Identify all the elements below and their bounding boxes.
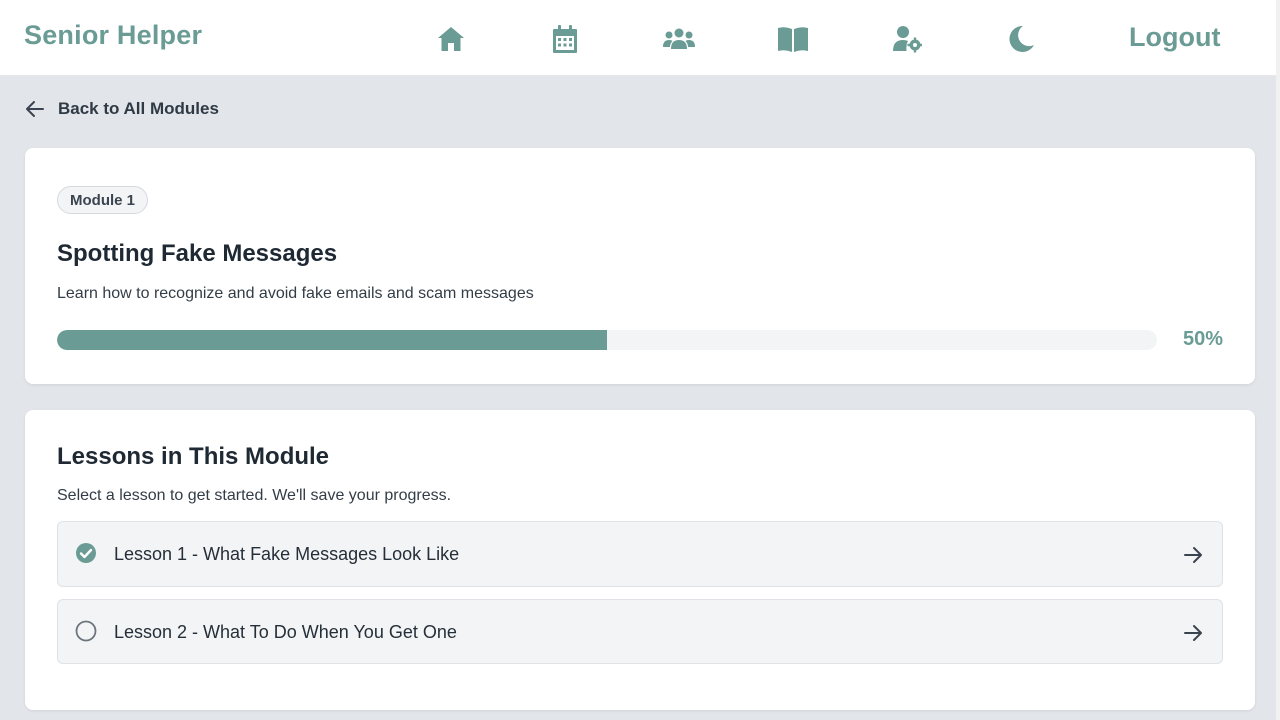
logout-button[interactable]: Logout [1129, 22, 1220, 53]
check-circle-icon [75, 542, 97, 564]
account-settings-icon[interactable] [890, 22, 924, 56]
back-link-label: Back to All Modules [58, 99, 219, 118]
lessons-card: Lessons in This Module Select a lesson t… [25, 410, 1255, 710]
lesson-item-1[interactable]: Lesson 1 - What Fake Messages Look Like [57, 521, 1223, 587]
module-description: Learn how to recognize and avoid fake em… [57, 285, 534, 302]
module-progress-percent: 50% [1182, 328, 1223, 350]
lessons-heading: Lessons in This Module [57, 443, 330, 470]
module-progress-fill [57, 330, 607, 350]
top-navbar: Senior Helper Logout [0, 0, 1276, 76]
module-title: Spotting Fake Messages [57, 240, 338, 267]
back-to-modules-link[interactable]: Back to All Modules [24, 98, 219, 120]
lesson-label: Lesson 1 - What Fake Messages Look Like [114, 544, 460, 564]
lessons-subtitle: Select a lesson to get started. We'll sa… [57, 487, 452, 504]
scrollbar[interactable] [1276, 0, 1280, 720]
brand-logo[interactable]: Senior Helper [24, 20, 202, 51]
module-badge: Module 1 [57, 186, 149, 214]
calendar-icon[interactable] [548, 22, 582, 56]
community-icon[interactable] [662, 22, 696, 56]
module-summary-card: Module 1 Spotting Fake Messages Learn ho… [25, 148, 1255, 384]
arrow-right-icon [1182, 622, 1204, 644]
module-progress-bar [57, 330, 1157, 350]
dark-mode-icon[interactable] [1004, 22, 1038, 56]
home-icon[interactable] [434, 22, 468, 56]
lesson-item-2[interactable]: Lesson 2 - What To Do When You Get One [57, 599, 1223, 664]
learning-icon[interactable] [776, 22, 810, 56]
lesson-label: Lesson 2 - What To Do When You Get One [114, 622, 457, 642]
arrow-left-icon [26, 101, 44, 117]
empty-circle-icon [75, 620, 97, 642]
arrow-right-icon [1182, 544, 1204, 566]
